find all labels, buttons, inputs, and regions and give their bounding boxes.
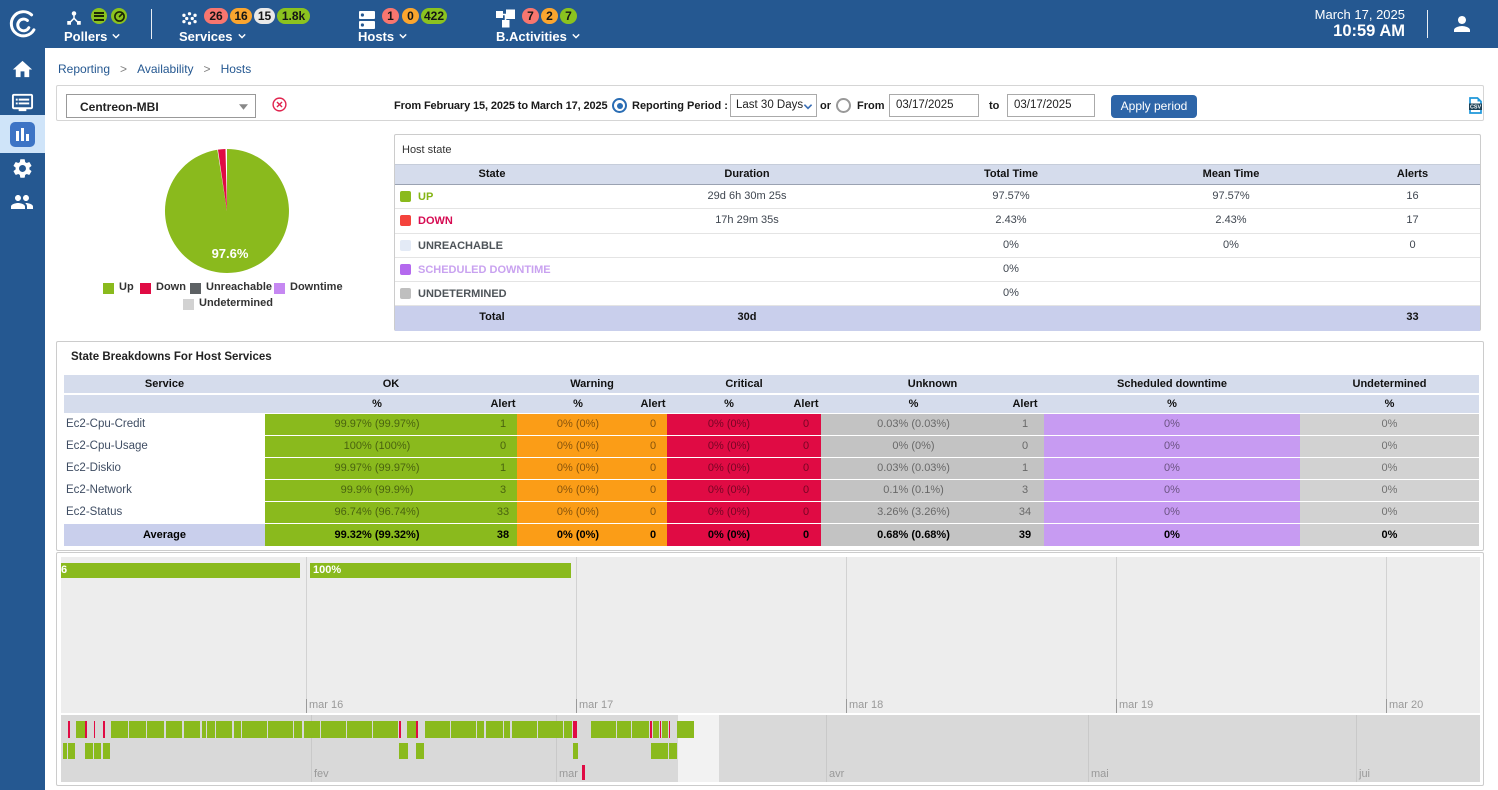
- svg-text:97.6%: 97.6%: [212, 246, 249, 261]
- svg-text:CSV: CSV: [1470, 105, 1481, 111]
